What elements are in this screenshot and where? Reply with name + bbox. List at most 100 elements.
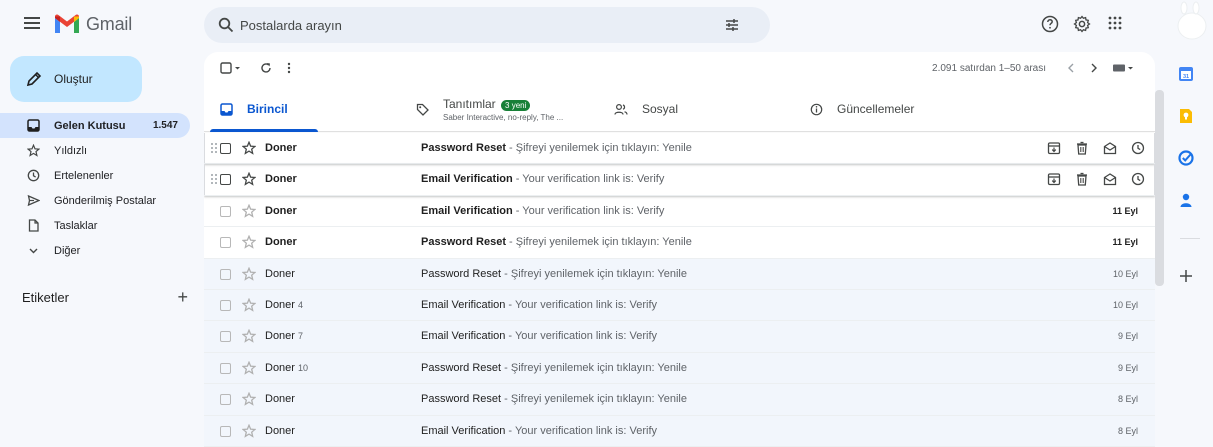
star-icon[interactable] <box>242 235 256 249</box>
pencil-icon <box>26 71 42 87</box>
sidebar-item-inbox[interactable]: Gelen Kutusu 1.547 <box>0 113 190 138</box>
sender-name: Doner <box>265 361 295 374</box>
row-checkbox[interactable] <box>220 205 231 217</box>
keep-icon[interactable] <box>1178 108 1194 124</box>
sender-name: Doner <box>265 330 295 343</box>
email-row[interactable]: Doner Email Verification - Your verificat… <box>204 196 1155 228</box>
sidebar-item-snoozed[interactable]: Ertelenenler <box>0 163 190 188</box>
prev-page-icon[interactable] <box>1066 62 1076 74</box>
email-row[interactable]: Doner Password Reset - Şifreyi yenilemek … <box>204 258 1155 290</box>
star-icon[interactable] <box>242 172 256 187</box>
email-row[interactable]: Doner 4 Email Verification - Your verifica… <box>204 289 1155 322</box>
email-row[interactable]: Doner Password Reset - Şifreyi yenilemek … <box>204 384 1155 416</box>
star-icon[interactable] <box>242 266 256 281</box>
star-icon[interactable] <box>242 360 256 375</box>
row-checkbox[interactable] <box>220 299 231 311</box>
tasks-icon[interactable] <box>1178 150 1194 166</box>
mark-as-read-icon[interactable] <box>1103 141 1117 155</box>
rail-divider <box>1180 238 1200 239</box>
tab-primary[interactable]: Birincil <box>210 86 318 132</box>
tab-label: Sosyal <box>642 102 679 116</box>
row-checkbox[interactable] <box>220 394 231 406</box>
star-icon[interactable] <box>242 423 256 438</box>
sidebar-item-drafts[interactable]: Taslaklar <box>0 213 190 238</box>
list-toolbar: 2.091 satırdan 1–50 arası <box>204 52 1155 86</box>
drag-handle-icon[interactable] <box>210 173 218 185</box>
contacts-icon[interactable] <box>1178 192 1194 208</box>
archive-icon[interactable] <box>1047 141 1061 155</box>
email-snippet: - Your verification link is: Verify <box>512 204 665 217</box>
row-checkbox[interactable] <box>220 362 231 374</box>
send-icon <box>26 194 40 208</box>
sidebar-item-sent[interactable]: Gönderilmiş Postalar <box>0 188 190 213</box>
email-date: 8 Eyl <box>1117 425 1138 436</box>
drag-handle-icon[interactable] <box>210 142 218 154</box>
row-checkbox[interactable] <box>220 425 231 437</box>
archive-icon[interactable] <box>1047 172 1061 186</box>
settings-gear-icon[interactable] <box>1073 15 1091 33</box>
search-input[interactable] <box>240 16 700 34</box>
star-icon[interactable] <box>242 203 256 218</box>
email-row[interactable]: Doner 10 Password Reset - Şifreyi yenileme… <box>204 352 1155 385</box>
compose-button[interactable]: Oluştur <box>10 56 142 102</box>
sidebar-item-starred[interactable]: Yıldızlı <box>0 138 190 163</box>
snooze-clock-icon[interactable] <box>1131 172 1145 186</box>
tab-promotions[interactable]: Tanıtımlar 3 yeni Saber Interactive, no-… <box>416 86 563 132</box>
apps-grid-icon[interactable] <box>1107 15 1123 31</box>
select-all-checkbox[interactable] <box>220 62 242 74</box>
email-subject: Email Verification <box>421 424 506 437</box>
input-tools-icon[interactable] <box>1112 62 1134 74</box>
search-icon[interactable] <box>218 17 234 33</box>
tab-updates[interactable]: Güncellemeler <box>810 86 914 132</box>
mail-list-scrollbar[interactable] <box>1155 90 1164 286</box>
labels-title: Etiketler <box>22 290 69 305</box>
help-icon[interactable] <box>1041 15 1059 33</box>
email-subject-line: Email Verification - Your verification l… <box>421 205 664 217</box>
add-addon-icon[interactable] <box>1178 268 1194 284</box>
row-checkbox[interactable] <box>220 237 231 249</box>
email-date: 11 Eyl <box>1112 237 1138 248</box>
row-checkbox[interactable] <box>220 268 231 280</box>
row-checkbox[interactable] <box>220 143 231 154</box>
email-row[interactable]: Doner Email Verification - Your verificat… <box>204 415 1155 447</box>
email-row[interactable]: Doner Email Verification - Your verificat… <box>204 164 1155 196</box>
snooze-clock-icon[interactable] <box>1131 141 1145 155</box>
email-subject-line: Email Verification - Your verification l… <box>421 330 657 342</box>
email-row[interactable]: Doner Password Reset - Şifreyi yenilemek … <box>204 227 1155 259</box>
sender-name: Doner <box>265 236 297 249</box>
star-icon[interactable] <box>242 329 256 344</box>
main-menu-button[interactable] <box>22 14 42 34</box>
tab-label: Birincil <box>247 102 288 116</box>
sender-name: Doner <box>265 142 297 154</box>
star-icon[interactable] <box>242 392 256 406</box>
app-name: Gmail <box>86 13 133 34</box>
sidebar-item-more[interactable]: Diğer <box>0 238 190 263</box>
star-icon[interactable] <box>242 141 256 155</box>
star-icon <box>26 144 40 158</box>
calendar-icon[interactable]: 31 <box>1178 66 1194 82</box>
next-page-icon[interactable] <box>1089 62 1099 74</box>
row-checkbox[interactable] <box>220 331 231 343</box>
email-row[interactable]: Doner 7 Email Verification - Your verifica… <box>204 321 1155 353</box>
search-bar[interactable] <box>204 7 770 43</box>
row-checkbox[interactable] <box>220 174 231 186</box>
account-avatar[interactable] <box>1170 0 1210 40</box>
star-icon[interactable] <box>242 297 256 312</box>
mark-as-read-icon[interactable] <box>1103 172 1117 186</box>
email-date: 9 Eyl <box>1117 331 1138 342</box>
tab-social[interactable]: Sosyal <box>614 86 678 132</box>
search-options-icon[interactable] <box>724 17 740 33</box>
gmail-logo[interactable]: Gmail <box>54 12 132 36</box>
email-sender: Doner <box>265 142 297 154</box>
mail-list-panel: 2.091 satırdan 1–50 arası Birincil Tanıt… <box>204 52 1155 447</box>
delete-trash-icon[interactable] <box>1075 172 1089 187</box>
email-date: 8 Eyl <box>1117 394 1138 405</box>
add-label-icon[interactable]: + <box>177 287 188 308</box>
email-row[interactable]: Doner Password Reset - Şifreyi yenilemek … <box>204 133 1155 165</box>
email-date: 9 Eyl <box>1117 362 1138 373</box>
email-subject: Email Verification <box>421 330 506 343</box>
email-sender: Doner <box>265 173 297 185</box>
more-vert-icon[interactable] <box>286 62 292 74</box>
delete-trash-icon[interactable] <box>1075 141 1089 155</box>
refresh-icon[interactable] <box>260 62 272 74</box>
